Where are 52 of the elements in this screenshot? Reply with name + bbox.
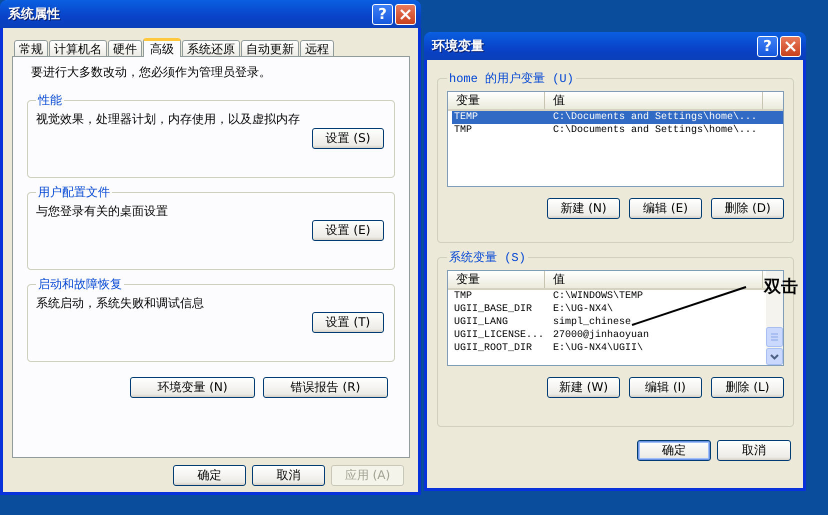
tab[interactable]: 远程 — [300, 40, 334, 56]
list-action-button[interactable]: 新建 (N) — [547, 198, 620, 219]
close-icon — [400, 8, 411, 20]
help-button[interactable]: ? — [757, 36, 778, 56]
help-button[interactable]: ? — [372, 4, 393, 24]
group-title: 系统变量 (S) — [448, 250, 527, 266]
variable-row[interactable]: TMP C:\Documents and Settings\home\... — [452, 124, 783, 137]
tab[interactable]: 高级 — [143, 38, 181, 57]
group-title: 性能 — [36, 92, 63, 109]
variable-row[interactable]: UGII_LICENSE... 27000@jinhaoyuan — [452, 329, 765, 342]
close-icon — [785, 40, 796, 52]
tab[interactable]: 硬件 — [108, 40, 142, 56]
group-description: 视觉效果，处理器计划，内存使用，以及虚拟内存 — [36, 111, 301, 128]
dialog-button[interactable]: 确定 — [173, 465, 246, 486]
tab[interactable]: 自动更新 — [241, 40, 299, 56]
close-button[interactable] — [395, 4, 416, 24]
group-description: 与您登录有关的桌面设置 — [36, 203, 169, 220]
list-action-button[interactable]: 新建 (W) — [547, 377, 620, 398]
annotation-text: 双击 — [764, 276, 798, 298]
panel-button[interactable]: 环境变量 (N) — [130, 377, 255, 398]
dialog-button[interactable]: 取消 — [252, 465, 325, 486]
group-description: 系统启动，系统失败和调试信息 — [36, 295, 205, 312]
variable-row[interactable]: UGII_LANG simpl_chinese — [452, 316, 765, 329]
dialog-button[interactable]: 取消 — [717, 440, 791, 461]
settings-button[interactable]: 设置 (S) — [312, 128, 384, 149]
variable-row[interactable]: UGII_ROOT_DIR E:\UG-NX4\UGII\ — [452, 342, 765, 355]
column-header[interactable]: 值 — [545, 271, 763, 288]
tab[interactable]: 常规 — [14, 40, 48, 56]
group-title: 用户配置文件 — [37, 184, 111, 201]
group-title: 启动和故障恢复 — [37, 276, 123, 293]
scroll-thumb[interactable] — [766, 327, 783, 347]
variable-row[interactable]: UGII_BASE_DIR E:\UG-NX4\ — [452, 303, 765, 316]
notice-text: 要进行大多数改动，您必须作为管理员登录。 — [31, 64, 272, 81]
close-button[interactable] — [780, 36, 801, 56]
column-header[interactable]: 变量 — [448, 92, 545, 109]
list-action-button[interactable]: 编辑 (I) — [629, 377, 702, 398]
column-header[interactable]: 值 — [545, 92, 763, 109]
settings-button[interactable]: 设置 (E) — [312, 220, 384, 241]
tab[interactable]: 系统还原 — [182, 40, 240, 56]
window-title: 系统属性 — [8, 6, 61, 23]
list-action-button[interactable]: 编辑 (E) — [629, 198, 702, 219]
tab[interactable]: 计算机名 — [49, 40, 107, 56]
settings-button[interactable]: 设置 (T) — [312, 312, 384, 333]
list-action-button[interactable]: 删除 (D) — [711, 198, 784, 219]
window-title: 环境变量 — [432, 38, 485, 55]
variable-row[interactable]: TEMP C:\Documents and Settings\home\... — [452, 111, 783, 124]
group-title: home 的用户变量 (U) — [448, 71, 575, 87]
variable-row[interactable]: TMP C:\WINDOWS\TEMP — [452, 290, 765, 303]
panel-button[interactable]: 错误报告 (R) — [263, 377, 388, 398]
column-header[interactable]: 变量 — [448, 271, 545, 288]
list-action-button[interactable]: 删除 (L) — [711, 377, 784, 398]
dialog-button[interactable]: 确定 — [637, 440, 711, 461]
